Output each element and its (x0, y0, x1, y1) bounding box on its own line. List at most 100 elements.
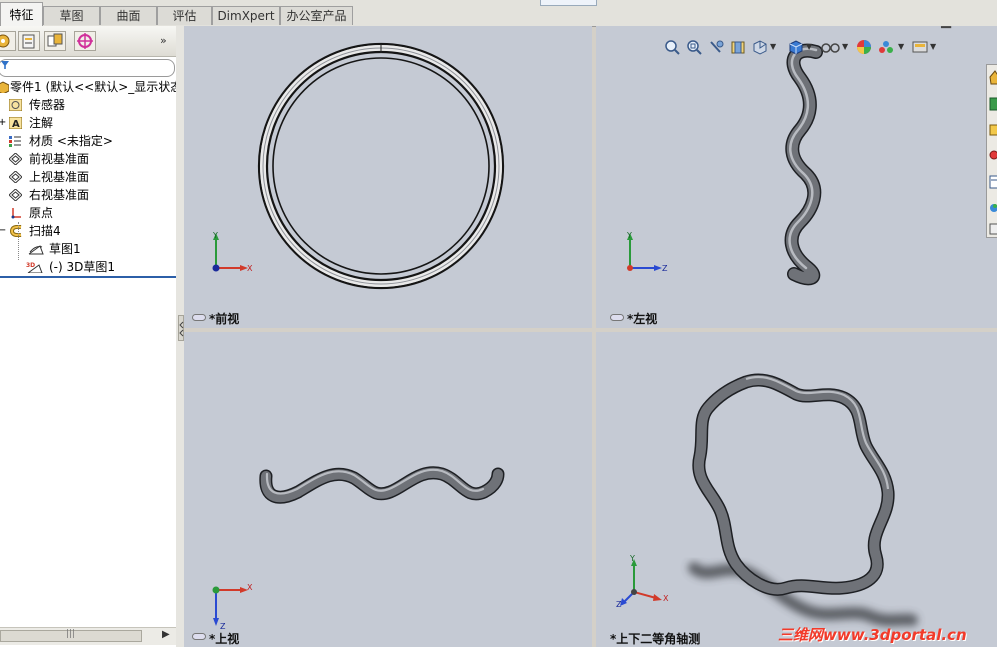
sensor-icon (9, 99, 22, 111)
zoom-to-fit-icon[interactable] (664, 39, 680, 55)
axis-z-label: Z (662, 264, 668, 273)
tree-item-label: 前视基准面 (29, 152, 90, 166)
viewport-isometric[interactable]: Y X Z *上下二等角轴测 (596, 332, 997, 647)
view-settings-icon[interactable] (912, 39, 928, 55)
viewport-top[interactable]: X Z *上视 (184, 332, 592, 647)
display-style-icon[interactable] (788, 39, 804, 55)
configuration-manager-tab[interactable] (44, 31, 66, 51)
plane-icon (9, 171, 22, 183)
rollback-bar[interactable] (0, 276, 176, 278)
tree-filter-input[interactable] (0, 59, 175, 77)
part-icon (0, 81, 9, 93)
dimxpert-manager-tab[interactable] (74, 31, 96, 51)
panel-horizontal-scrollbar[interactable]: ||| ▶ (0, 627, 176, 645)
tree-item-label: 扫描4 (29, 224, 61, 238)
view-label-isometric: *上下二等角轴测 (610, 632, 701, 646)
tab-office-products[interactable]: 办公室产品 (280, 6, 353, 25)
dropdown-arrow-icon[interactable]: ▼ (898, 42, 904, 51)
command-manager-tabs: 特征 草图 曲面 评估 DimXpert 办公室产品 (0, 0, 997, 27)
tree-item-label: (-) 3D草图1 (49, 260, 116, 274)
home-icon[interactable] (989, 69, 997, 87)
collapse-minus-icon[interactable]: − (0, 222, 6, 240)
crosshair-icon (77, 33, 93, 49)
sketch-icon (28, 245, 44, 255)
edit-appearance-icon[interactable] (856, 39, 872, 55)
section-view-icon[interactable] (730, 39, 746, 55)
minimize-button[interactable]: ▁ (941, 26, 951, 29)
3d-sketch-icon: 3D (26, 262, 43, 273)
plane-icon (9, 189, 22, 201)
restore-button[interactable]: ❐ (962, 26, 974, 27)
appearances-icon[interactable] (989, 199, 997, 217)
heads-up-view-toolbar: ▼ ▼ ▼ ▼ ▼ (662, 38, 942, 58)
view-label-left: *左视 (627, 312, 658, 326)
triad-icon (620, 559, 662, 606)
tree-item-label: 材质 <未指定> (29, 134, 113, 148)
tab-sketch[interactable]: 草图 (43, 6, 100, 25)
task-pane (986, 64, 997, 238)
axis-z-label: Z (616, 600, 622, 609)
origin-icon (11, 208, 21, 219)
tree-item-label: 原点 (29, 206, 54, 220)
view-label-top: *上视 (209, 632, 240, 646)
tab-evaluate[interactable]: 评估 (157, 6, 212, 25)
front-view-graphics (257, 42, 505, 290)
viewport-front[interactable]: Y X *前视 (184, 26, 592, 328)
zoom-to-area-icon[interactable] (686, 39, 702, 55)
material-icon (9, 136, 21, 147)
view-palette-icon[interactable] (989, 173, 997, 191)
scroll-grip-icon: ||| (66, 629, 76, 639)
triad-icon (212, 586, 248, 626)
tab-surfaces[interactable]: 曲面 (100, 6, 157, 25)
top-handle[interactable] (540, 0, 597, 6)
custom-properties-icon[interactable] (989, 221, 997, 239)
hide-show-items-icon[interactable] (820, 39, 842, 55)
view-orientation-icon[interactable] (752, 39, 768, 55)
tree-item-label: 传感器 (29, 98, 66, 112)
left-view-graphics (784, 43, 823, 286)
tree-connector-line (18, 222, 20, 260)
expand-plus-icon[interactable]: + (0, 114, 6, 132)
panel-tabs-toolbar: » (0, 26, 176, 57)
tree-item-label: 草图1 (49, 242, 81, 256)
site-watermark: 三维网www.3dportal.cn (778, 626, 967, 644)
tree-item-label: 注解 (29, 116, 54, 130)
axis-x-label: X (247, 583, 253, 592)
tree-item-label: 右视基准面 (29, 188, 90, 202)
viewport-left[interactable]: ▁ ❐ Y Z *左视 (596, 26, 997, 328)
apply-scene-icon[interactable] (878, 39, 894, 55)
tab-features[interactable]: 特征 (0, 2, 43, 26)
view-link-icon[interactable] (192, 314, 206, 321)
dropdown-arrow-icon[interactable]: ▼ (806, 42, 812, 51)
file-explorer-icon[interactable] (989, 121, 997, 139)
plane-icon (9, 153, 22, 165)
tree-item-label: 零件1 (默认<<默认>_显示状态 (10, 80, 183, 94)
dropdown-arrow-icon[interactable]: ▼ (930, 42, 936, 51)
feature-manager-panel: » 零件1 (默认<<默认>_显示状态 传感器 + A 注解 材质 <未指定> … (0, 26, 182, 647)
property-manager-icon (22, 34, 35, 49)
dropdown-arrow-icon[interactable]: ▼ (770, 42, 776, 51)
svg-text:A: A (12, 119, 20, 129)
configuration-icon (47, 33, 63, 47)
feature-tree-icon (0, 34, 10, 48)
tab-dimxpert[interactable]: DimXpert (212, 6, 280, 25)
scroll-right-arrow-icon[interactable]: ▶ (162, 629, 170, 640)
view-link-icon[interactable] (192, 633, 206, 640)
tree-item-label: 上视基准面 (29, 170, 90, 184)
axis-y-label: Y (630, 554, 635, 563)
sweep-icon (9, 225, 22, 237)
more-tabs-chevron-icon[interactable]: » (160, 34, 167, 47)
feature-manager-tab[interactable] (0, 31, 16, 51)
property-manager-tab[interactable] (18, 31, 40, 51)
design-library-icon[interactable] (989, 95, 997, 113)
view-link-icon[interactable] (610, 314, 624, 321)
search-icon[interactable] (989, 147, 997, 165)
axis-x-label: X (663, 594, 669, 603)
view-label-front: *前视 (209, 312, 240, 326)
axis-y-label: Y (627, 231, 632, 240)
previous-view-icon[interactable] (708, 39, 724, 55)
axis-y-label: Y (213, 231, 218, 240)
svg-text:3D: 3D (26, 262, 35, 269)
dropdown-arrow-icon[interactable]: ▼ (842, 42, 848, 51)
axis-x-label: X (247, 264, 253, 273)
